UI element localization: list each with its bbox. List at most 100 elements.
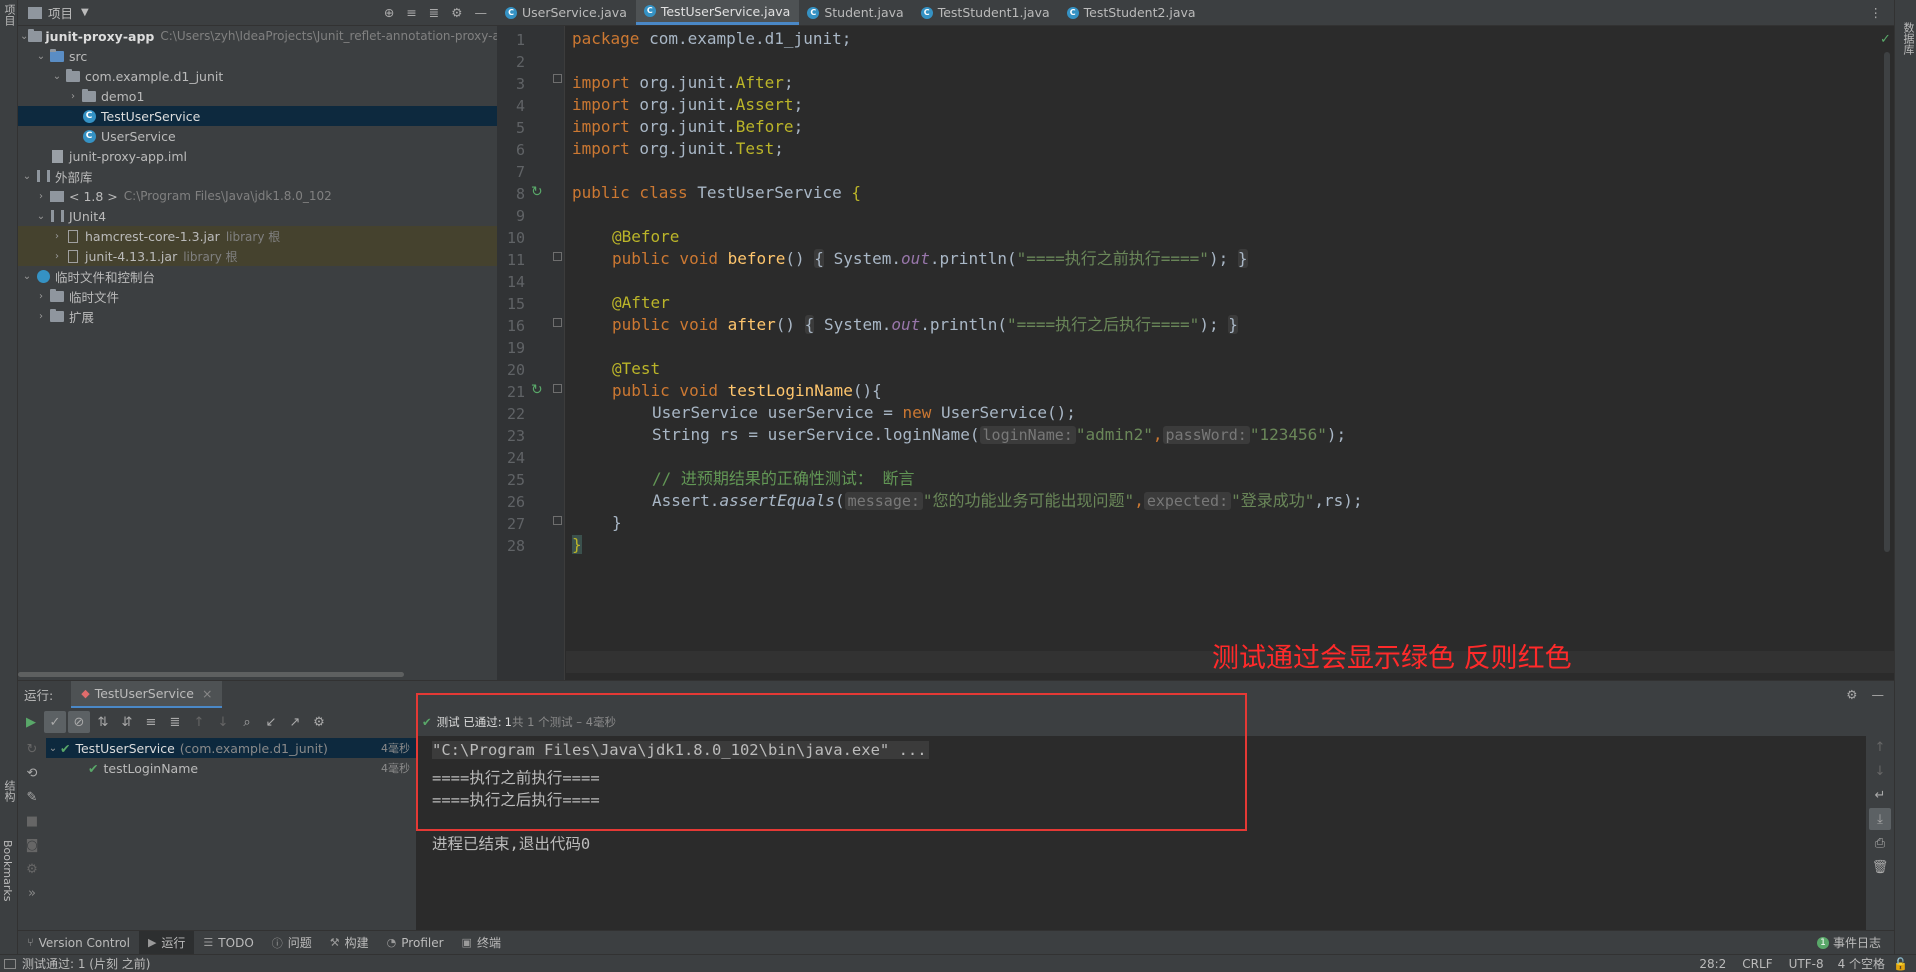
- more-icon[interactable]: »: [21, 882, 43, 904]
- tab-teststudent1[interactable]: C TestStudent1.java: [913, 0, 1059, 25]
- chevron-down-icon[interactable]: ⌄: [46, 743, 60, 754]
- more-tabs-icon[interactable]: ⋮: [1870, 0, 1895, 25]
- tool-problems[interactable]: ⓘ 问题: [263, 931, 321, 955]
- chevron-down-icon[interactable]: ⌄: [50, 71, 64, 82]
- run-tab-testuserservice[interactable]: ◆ TestUserService ×: [71, 680, 223, 709]
- chevron-right-icon[interactable]: ›: [34, 191, 48, 202]
- tab-teststudent2[interactable]: C TestStudent2.java: [1059, 0, 1205, 25]
- expand-all-icon[interactable]: ≡: [406, 5, 416, 20]
- stop-icon[interactable]: ■: [21, 810, 43, 832]
- tool-profiler[interactable]: ◔ Profiler: [378, 931, 453, 955]
- chevron-right-icon[interactable]: ›: [34, 311, 48, 322]
- toggle-auto-test-icon[interactable]: ⟲: [21, 762, 43, 784]
- chevron-right-icon[interactable]: ›: [50, 251, 64, 262]
- tree-item-extensions[interactable]: › 扩展: [18, 306, 497, 326]
- tool-terminal[interactable]: ▣ 终端: [453, 931, 510, 955]
- arrow-down-icon[interactable]: ↓: [1869, 760, 1891, 782]
- gear-icon[interactable]: ⚙: [308, 711, 330, 733]
- tree-item-scratch-files[interactable]: › 临时文件: [18, 286, 497, 306]
- project-tool-button[interactable]: 项目: [1, 4, 17, 26]
- tree-item-hamcrest[interactable]: › hamcrest-core-1.3.jar library 根: [18, 226, 497, 246]
- fold-icon[interactable]: [553, 252, 562, 261]
- gear-icon[interactable]: ⚙: [1846, 687, 1857, 702]
- next-failed-icon[interactable]: ↓: [212, 711, 234, 733]
- line-separator[interactable]: CRLF: [1742, 957, 1772, 971]
- tree-item-project-root[interactable]: ⌄ junit-proxy-app C:\Users\zyh\IdeaProje…: [18, 26, 500, 46]
- rerun-icon[interactable]: ▶: [20, 711, 42, 733]
- indent-setting[interactable]: 4 个空格: [1838, 955, 1885, 972]
- wrench-icon[interactable]: ✎: [21, 786, 43, 808]
- tool-windows-icon[interactable]: [4, 958, 16, 969]
- chevron-right-icon[interactable]: ›: [34, 291, 48, 302]
- camera-icon[interactable]: ◙: [21, 834, 43, 856]
- collapse-all-icon[interactable]: ≣: [164, 711, 186, 733]
- chevron-right-icon[interactable]: ›: [66, 91, 80, 102]
- sort-alpha-icon[interactable]: ⇅: [92, 711, 114, 733]
- run-test-class-icon[interactable]: ↻: [531, 184, 543, 200]
- tree-item-junit-jar[interactable]: › junit-4.13.1.jar library 根: [18, 246, 497, 266]
- chevron-down-icon[interactable]: ⌄: [20, 271, 34, 282]
- export-tests-icon[interactable]: ↗: [284, 711, 306, 733]
- test-node-method[interactable]: ✔ testLoginName 4毫秒: [46, 758, 416, 778]
- chevron-down-icon[interactable]: ⌄: [34, 51, 48, 62]
- lock-icon[interactable]: 🔓: [1893, 957, 1908, 971]
- inspection-ok-icon[interactable]: ✓: [1880, 32, 1891, 47]
- expand-all-icon[interactable]: ≡: [140, 711, 162, 733]
- test-node-class[interactable]: ⌄ ✔ TestUserService (com.example.d1_juni…: [46, 738, 416, 758]
- code-editor[interactable]: package com.example.d1_junit; import org…: [566, 26, 1894, 680]
- previous-failed-icon[interactable]: ↑: [188, 711, 210, 733]
- show-ignored-icon[interactable]: ⊘: [68, 711, 90, 733]
- minimize-icon[interactable]: —: [1872, 687, 1885, 702]
- close-icon[interactable]: ×: [202, 686, 212, 701]
- chevron-down-icon[interactable]: ⌄: [20, 31, 28, 42]
- tree-item-demo1[interactable]: › demo1: [18, 86, 497, 106]
- fold-icon[interactable]: [553, 516, 562, 525]
- tree-item-package[interactable]: ⌄ com.example.d1_junit: [18, 66, 497, 86]
- import-tests-icon[interactable]: ↙: [260, 711, 282, 733]
- tool-run[interactable]: ▶ 运行: [138, 930, 195, 955]
- tool-todo[interactable]: ☰ TODO: [194, 931, 262, 955]
- chevron-down-icon[interactable]: ⌄: [20, 171, 34, 182]
- project-view-selector[interactable]: 项目: [48, 3, 73, 22]
- print-icon[interactable]: ⎙: [1869, 832, 1891, 854]
- bookmarks-tool-button[interactable]: Bookmarks: [1, 840, 14, 901]
- sort-duration-icon[interactable]: ⇵: [116, 711, 138, 733]
- gear-icon[interactable]: ⚙: [451, 5, 462, 20]
- tool-version-control[interactable]: ⑂ Version Control: [18, 931, 139, 955]
- tree-item-scratches[interactable]: ⌄ 临时文件和控制台: [18, 266, 497, 286]
- tree-item-iml[interactable]: junit-proxy-app.iml: [18, 146, 497, 166]
- locate-icon[interactable]: ⊕: [384, 5, 394, 20]
- show-passed-icon[interactable]: ✓: [44, 711, 66, 733]
- collapse-all-icon[interactable]: ≣: [429, 5, 439, 20]
- chevron-right-icon[interactable]: ›: [50, 231, 64, 242]
- fold-icon[interactable]: [553, 74, 562, 83]
- tool-event-log[interactable]: 1 事件日志: [1808, 931, 1890, 955]
- soft-wrap-icon[interactable]: ↵: [1869, 784, 1891, 806]
- history-icon[interactable]: ⌕: [236, 711, 258, 733]
- vertical-scrollbar[interactable]: [1884, 52, 1890, 552]
- tool-build[interactable]: ⚒ 构建: [321, 931, 378, 955]
- scroll-to-end-icon[interactable]: ⤓: [1869, 808, 1891, 830]
- tab-testuserservice[interactable]: C TestUserService.java: [635, 0, 800, 25]
- tab-userservice[interactable]: C UserService.java: [497, 0, 636, 25]
- chevron-down-icon[interactable]: ▼: [81, 7, 89, 18]
- tree-item-src[interactable]: ⌄ src: [18, 46, 497, 66]
- tree-item-jdk[interactable]: › < 1.8 > C:\Program Files\Java\jdk1.8.0…: [18, 186, 497, 206]
- tree-item-external-libraries[interactable]: ⌄ 外部库: [18, 166, 497, 186]
- tree-item-junit4[interactable]: ⌄ JUnit4: [18, 206, 497, 226]
- tab-student[interactable]: C Student.java: [799, 0, 912, 25]
- file-encoding[interactable]: UTF-8: [1789, 957, 1824, 971]
- structure-tool-button[interactable]: 结构: [1, 780, 17, 802]
- fold-icon[interactable]: [553, 318, 562, 327]
- caret-position[interactable]: 28:2: [1699, 957, 1726, 971]
- arrow-up-icon[interactable]: ↑: [1869, 736, 1891, 758]
- tree-item-testuserservice[interactable]: C TestUserService: [18, 106, 497, 126]
- run-test-method-icon[interactable]: ↻: [531, 382, 543, 398]
- chevron-down-icon[interactable]: ⌄: [34, 211, 48, 222]
- horizontal-scrollbar[interactable]: [18, 672, 404, 677]
- settings-icon[interactable]: ⚙: [21, 858, 43, 880]
- fold-icon[interactable]: [553, 384, 562, 393]
- tree-item-userservice[interactable]: C UserService: [18, 126, 497, 146]
- minimize-icon[interactable]: —: [475, 5, 488, 20]
- trash-icon[interactable]: 🗑: [1869, 856, 1891, 878]
